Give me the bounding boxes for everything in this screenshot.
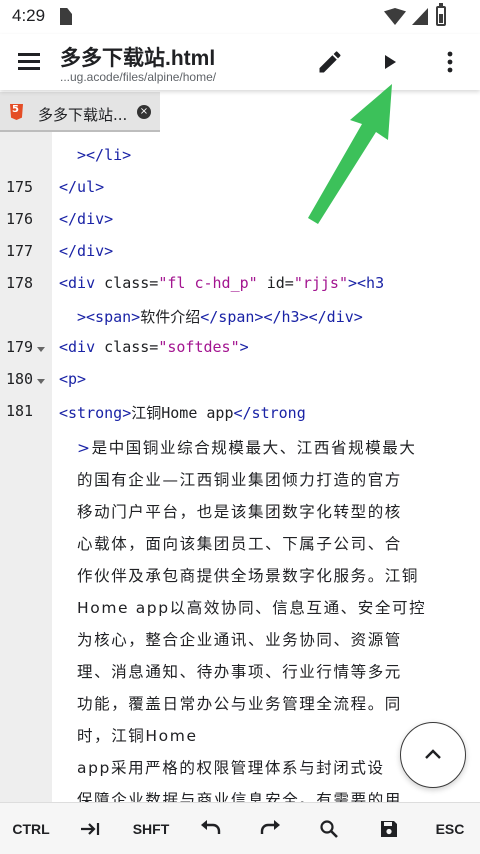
line-number: 175 (6, 178, 34, 196)
code-text: 理、消息通知、待办事项、行业行情等多元 (77, 663, 402, 681)
code-text: 的国有企业—江西铜业集团倾力打造的官方 (77, 471, 402, 489)
tag-token: </strong (233, 404, 306, 422)
more-vert-icon[interactable] (438, 48, 462, 76)
tab-label: 多多下载站... (38, 106, 128, 124)
green-arrow-icon (308, 84, 392, 224)
code-text: app采用严格的权限管理体系与封闭式设 (77, 759, 385, 777)
tag-token: <div (59, 338, 96, 356)
code-line: 180 <p> (0, 366, 480, 398)
status-time: 4:29 (12, 6, 46, 25)
search-icon (320, 820, 338, 838)
tag-token: <strong> (59, 404, 132, 422)
code-text: 为核心，整合企业通讯、业务协同、资源管 (77, 631, 402, 649)
code-text: 心载体，面向该集团员工、下属子公司、合 (77, 535, 402, 553)
tag-token: <div (59, 274, 96, 292)
quick-keys-bar: CTRL SHFT ESC (0, 802, 480, 854)
search-button[interactable] (300, 803, 358, 854)
code-line: 177 </div> (0, 238, 480, 270)
text-token: 是中国铜业综合规模最大、江西省规模最大 (91, 439, 417, 457)
undo-icon (201, 820, 221, 834)
tag-token: ><span> (77, 308, 141, 326)
html5-icon: 5 (10, 104, 23, 120)
undo-button[interactable] (182, 803, 240, 854)
fold-arrow-icon[interactable] (37, 379, 45, 384)
code-text: 保障企业数据与商业信息安全。有需要的用 (77, 791, 402, 802)
code-line: 178 <div class="fl c-hd_p" id="rjjs"><h3 (0, 270, 480, 302)
shift-key[interactable]: SHFT (120, 803, 182, 854)
attr-token: id= (257, 274, 294, 292)
code-text: Home app以高效协同、信息互通、安全可控 (77, 599, 427, 617)
line-number: 178 (6, 274, 34, 292)
code-line: ><span>软件介绍</span></h3></div> (0, 302, 480, 334)
menu-icon[interactable] (18, 51, 42, 71)
chevron-up-icon (425, 749, 441, 759)
tab-key[interactable] (62, 803, 120, 854)
fold-arrow-icon[interactable] (37, 347, 45, 352)
signal-icon (412, 8, 428, 25)
code-text: <div class="softdes"> (59, 338, 249, 356)
code-text: ><span>软件介绍</span></h3></div> (77, 306, 363, 327)
code-line: 181 <strong>江铜Home app</strong (0, 398, 480, 430)
scroll-up-button[interactable] (400, 722, 466, 788)
file-title: 多多下载站.html (60, 47, 216, 70)
tag-token: > (77, 439, 92, 457)
esc-key[interactable]: ESC (420, 803, 480, 854)
code-line: 179 <div class="softdes"> (0, 334, 480, 366)
battery-icon (436, 3, 446, 26)
code-text: 作伙伴及承包商提供全场景数字化服务。江铜 (77, 567, 420, 585)
code-text: >是中国铜业综合规模最大、江西省规模最大 (77, 436, 417, 458)
attr-token: class= (95, 274, 159, 292)
code-text: 功能，覆盖日常办公与业务管理全流程。同 (77, 695, 402, 713)
string-token: "softdes" (158, 338, 240, 356)
string-token: "rjjs" (293, 274, 348, 292)
line-number: 179 (6, 338, 34, 356)
code-text: 时，江铜Home (77, 727, 198, 745)
line-number: 176 (6, 210, 34, 228)
status-bar: 4:29 (0, 0, 480, 34)
string-token: "fl c-hd_p" (158, 274, 258, 292)
code-text: <div class="fl c-hd_p" id="rjjs"><h3 (59, 274, 384, 292)
code-text: </div> (59, 210, 114, 228)
code-text: <strong>江铜Home app</strong (59, 402, 306, 423)
code-text: </ul> (59, 178, 105, 196)
code-text: </div> (59, 242, 114, 260)
wifi-icon (384, 8, 406, 25)
tag-token: > (239, 338, 249, 356)
tag-token: </span></h3></div> (200, 308, 363, 326)
redo-button[interactable] (240, 803, 300, 854)
file-tab[interactable]: 5 多多下载站... × (0, 92, 160, 132)
file-path: ...ug.acode/files/alpine/home/ (60, 70, 217, 84)
edit-icon[interactable] (316, 48, 344, 76)
sd-card-icon (60, 8, 72, 25)
line-number: 177 (6, 242, 34, 260)
code-text: <p> (59, 370, 87, 388)
save-icon (381, 821, 397, 837)
text-token: 软件介绍 (140, 308, 201, 326)
redo-icon (260, 820, 280, 834)
close-icon[interactable]: × (137, 105, 151, 119)
text-token: 江铜Home app (131, 404, 234, 422)
code-text: ></li> (77, 146, 132, 164)
code-text: 移动门户平台，也是该集团数字化转型的核 (77, 503, 402, 521)
ctrl-key[interactable]: CTRL (0, 803, 62, 854)
save-button[interactable] (358, 803, 420, 854)
line-number: 180 (6, 370, 34, 388)
run-icon[interactable] (378, 50, 402, 74)
tab-key-icon (81, 823, 100, 835)
attr-token: class= (95, 338, 159, 356)
tag-token: ><h3 (348, 274, 385, 292)
line-number: 181 (6, 402, 34, 420)
